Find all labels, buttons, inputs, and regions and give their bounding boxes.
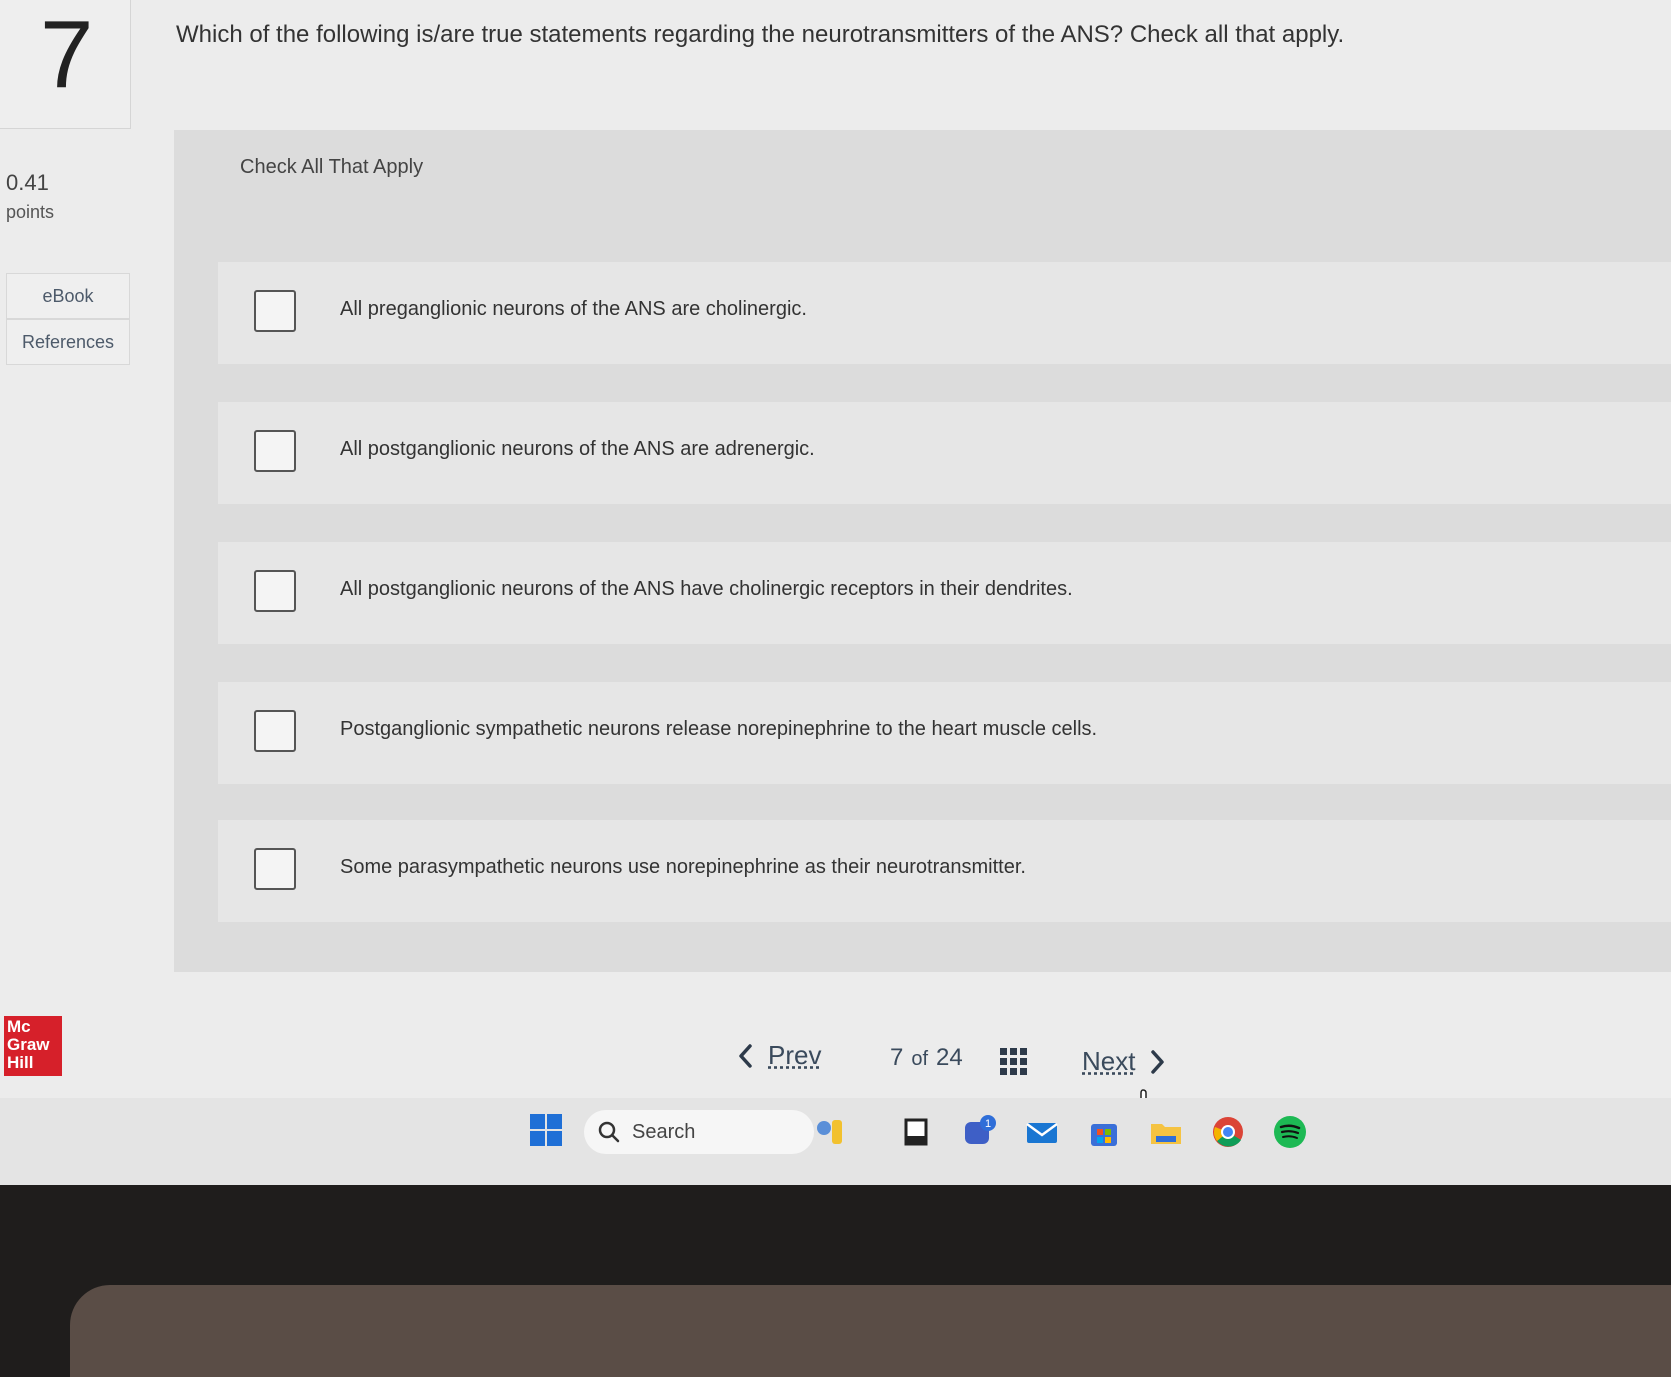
next-label[interactable]: Next (1082, 1046, 1135, 1077)
mail-icon[interactable] (1024, 1114, 1060, 1150)
prev-button[interactable]: Prev (738, 1040, 821, 1071)
store-icon[interactable] (1086, 1114, 1122, 1150)
mcgraw-hill-logo: Mc Graw Hill (4, 1016, 62, 1076)
search-icon (598, 1121, 620, 1143)
spotify-icon[interactable] (1272, 1114, 1308, 1150)
option-label[interactable]: All postganglionic neurons of the ANS ha… (340, 578, 1073, 601)
checkbox[interactable] (254, 290, 296, 332)
folder-icon[interactable] (1148, 1114, 1184, 1150)
checkbox[interactable] (254, 570, 296, 612)
taskbar-search[interactable]: Search (584, 1110, 814, 1154)
current-page: 7 (890, 1044, 904, 1071)
chevron-left-icon (739, 1043, 752, 1068)
question-number-box: 7 (0, 0, 131, 129)
total-pages: 24 (936, 1044, 963, 1071)
answer-option[interactable]: All preganglionic neurons of the ANS are… (218, 262, 1671, 364)
answer-option[interactable]: All postganglionic neurons of the ANS ha… (218, 542, 1671, 644)
checkbox[interactable] (254, 430, 296, 472)
option-label[interactable]: All postganglionic neurons of the ANS ar… (340, 438, 815, 461)
windows-start-icon[interactable] (530, 1114, 562, 1146)
checkbox[interactable] (254, 848, 296, 890)
option-label[interactable]: Postganglionic sympathetic neurons relea… (340, 718, 1097, 741)
logo-line: Mc (7, 1017, 31, 1036)
logo-line: Hill (7, 1053, 34, 1072)
question-number: 7 (40, 1, 94, 108)
file-icon[interactable] (900, 1114, 936, 1150)
logo-line: Graw (7, 1035, 50, 1054)
taskbar: Search 1 (0, 1098, 1671, 1188)
page-indicator: 7 of 24 (890, 1044, 963, 1072)
question-text: Which of the following is/are true state… (176, 21, 1345, 48)
desk-edge (70, 1285, 1671, 1377)
app-screen: 7 0.41 points eBook References Which of … (0, 0, 1671, 1185)
of-label: of (911, 1048, 929, 1070)
chevron-right-icon (1151, 1049, 1165, 1074)
instruction-label: Check All That Apply (240, 156, 424, 178)
points-value: 0.41 (6, 170, 49, 195)
widgets-icon[interactable] (812, 1114, 848, 1150)
option-label[interactable]: All preganglionic neurons of the ANS are… (340, 298, 807, 321)
prev-label[interactable]: Prev (768, 1040, 821, 1071)
points-label: points (6, 202, 55, 222)
ebook-button[interactable]: eBook (6, 273, 130, 319)
search-placeholder[interactable]: Search (632, 1121, 695, 1144)
notification-badge: 1 (985, 1118, 991, 1130)
checkbox[interactable] (254, 710, 296, 752)
references-button[interactable]: References (6, 319, 130, 365)
answer-option[interactable]: All postganglionic neurons of the ANS ar… (218, 402, 1671, 504)
answer-option[interactable]: Postganglionic sympathetic neurons relea… (218, 682, 1671, 784)
answer-panel: Check All That Apply All preganglionic n… (174, 130, 1671, 972)
answer-option[interactable]: Some parasympathetic neurons use norepin… (218, 820, 1671, 922)
chat-icon[interactable]: 1 (962, 1114, 998, 1150)
next-button[interactable]: Next (1082, 1046, 1165, 1077)
chrome-icon[interactable] (1210, 1114, 1246, 1150)
option-label[interactable]: Some parasympathetic neurons use norepin… (340, 856, 1026, 879)
grid-menu-icon[interactable] (1000, 1048, 1028, 1076)
